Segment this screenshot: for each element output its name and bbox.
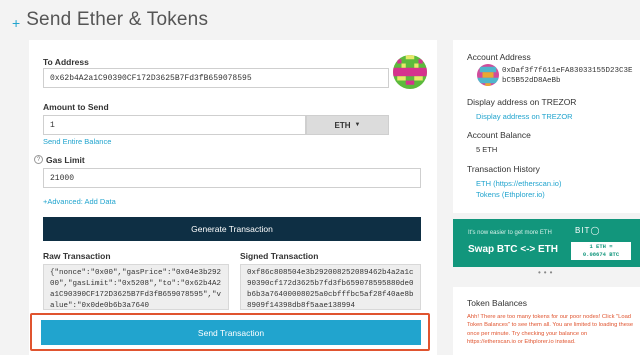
amount-input[interactable]: 1	[43, 115, 306, 135]
trezor-label: Display address on TREZOR	[467, 97, 577, 107]
account-address-label: Account Address	[467, 52, 531, 62]
page-header: + Send Ether & Tokens	[12, 6, 208, 34]
page-title: Send Ether & Tokens	[26, 9, 209, 30]
account-balance-label: Account Balance	[467, 130, 531, 140]
gas-limit-input[interactable]: 21000	[43, 168, 421, 188]
account-address-value: 0xDaf3f7f611eFA83033155D23C3EbC5B52dD8Ae…	[502, 67, 633, 85]
send-transaction-button[interactable]: Send Transaction	[41, 320, 421, 345]
advanced-add-data-link[interactable]: +Advanced: Add Data	[43, 197, 116, 206]
raw-transaction-box[interactable]: {"nonce":"0x00","gasPrice":"0x04e3b29200…	[43, 264, 229, 310]
raw-transaction-label: Raw Transaction	[43, 251, 111, 261]
signed-transaction-box[interactable]: 0xf86c808504e3b292008252089462b4a2a1c903…	[240, 264, 421, 310]
send-entire-balance-link[interactable]: Send Entire Balance	[43, 137, 111, 146]
generate-transaction-button[interactable]: Generate Transaction	[43, 217, 421, 241]
rate-line-2: 0.08674 BTC	[582, 251, 620, 258]
token-warning-text: Ahh! There are too many tokens for our p…	[467, 314, 634, 345]
help-icon[interactable]: ?	[34, 155, 43, 164]
exchange-rate-badge: 1 ETH = 0.08674 BTC	[571, 242, 631, 260]
caret-down-icon: ▼	[354, 122, 361, 128]
rate-line-1: 1 ETH =	[589, 243, 613, 250]
swap-banner[interactable]: It's now easier to get more ETH Swap BTC…	[453, 219, 640, 267]
to-address-label: To Address	[43, 57, 89, 67]
account-balance-value: 5 ETH	[476, 145, 498, 154]
signed-transaction-label: Signed Transaction	[240, 251, 319, 261]
etherscan-link[interactable]: ETH (https://etherscan.io)	[476, 179, 561, 188]
recipient-identicon	[393, 55, 427, 89]
token-balances-title: Token Balances	[467, 298, 528, 308]
gas-limit-label: Gas Limit	[46, 155, 85, 165]
amount-label: Amount to Send	[43, 102, 109, 112]
plus-icon: +	[12, 15, 21, 31]
unit-label: ETH	[334, 120, 351, 130]
account-identicon	[477, 64, 499, 86]
bity-logo: BIT◯	[575, 226, 601, 235]
trezor-link[interactable]: Display address on TREZOR	[476, 112, 573, 121]
carousel-dots[interactable]: •••	[538, 268, 555, 277]
transaction-history-label: Transaction History	[467, 164, 540, 174]
to-address-input[interactable]: 0x62b4A2a1C90390CF172D3625B7Fd3fB6590785…	[43, 68, 389, 88]
banner-headline: Swap BTC <-> ETH	[468, 244, 559, 255]
unit-dropdown[interactable]: ETH ▼	[306, 115, 389, 135]
banner-tagline: It's now easier to get more ETH	[468, 230, 552, 236]
ethplorer-link[interactable]: Tokens (Ethplorer.io)	[476, 190, 545, 199]
